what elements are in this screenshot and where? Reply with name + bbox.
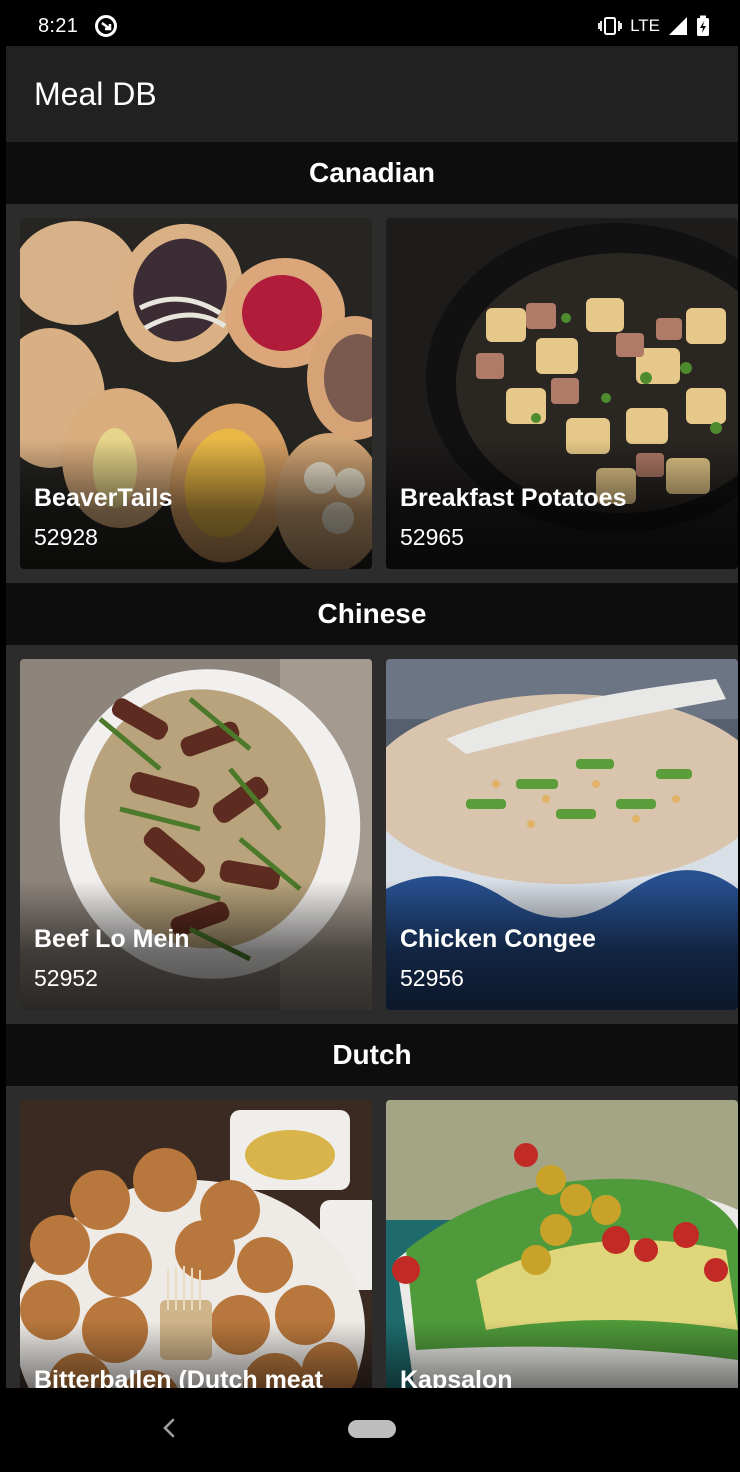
signal-icon — [668, 16, 688, 36]
back-icon[interactable] — [158, 1416, 180, 1440]
device-frame: 8:21 LTE Meal DB Canadian BeaverTails 52… — [0, 0, 740, 1472]
meal-card-chicken-congee[interactable]: Chicken Congee 52956 — [386, 659, 738, 1010]
meal-id: 52952 — [34, 965, 98, 991]
meal-name: Kapsalon — [400, 1366, 513, 1388]
section-title: Dutch — [332, 1039, 412, 1070]
navigation-bar — [6, 1388, 738, 1468]
battery-charging-icon — [696, 15, 710, 37]
meal-name: Beef Lo Mein — [34, 925, 190, 953]
app-bar: Meal DB — [6, 46, 738, 142]
meal-grid: Bitterballen (Dutch meat Kapsalon — [6, 1086, 738, 1388]
meal-card-kapsalon[interactable]: Kapsalon — [386, 1100, 738, 1388]
vibrate-icon — [598, 17, 622, 35]
meal-name: Chicken Congee — [400, 925, 596, 953]
meal-grid: Beef Lo Mein 52952 Chicken Congee 52956 — [6, 645, 738, 1024]
meal-id: 52956 — [400, 965, 464, 991]
section-header-chinese: Chinese — [6, 583, 738, 645]
meal-name: Bitterballen (Dutch meat — [34, 1366, 323, 1388]
meal-name: BeaverTails — [34, 484, 173, 512]
meal-id: 52965 — [400, 524, 464, 550]
meal-card-breakfast-potatoes[interactable]: Breakfast Potatoes 52965 — [386, 218, 738, 569]
section-header-dutch: Dutch — [6, 1024, 738, 1086]
meal-card-beef-lo-mein[interactable]: Beef Lo Mein 52952 — [20, 659, 372, 1010]
status-bar: 8:21 LTE — [6, 6, 738, 46]
app-title: Meal DB — [34, 75, 157, 112]
section-title: Canadian — [308, 157, 436, 188]
meal-list[interactable]: Canadian BeaverTails 52928 Breakfast Pot… — [6, 142, 738, 1388]
meal-card-bitterballen[interactable]: Bitterballen (Dutch meat — [20, 1100, 372, 1388]
meal-card-beavertails[interactable]: BeaverTails 52928 — [20, 218, 372, 569]
meal-name: Breakfast Potatoes — [400, 484, 627, 512]
status-time: 8:21 — [38, 14, 79, 37]
network-label: LTE — [630, 16, 660, 35]
home-pill[interactable] — [348, 1420, 396, 1438]
sync-icon — [94, 14, 118, 38]
section-title: Chinese — [317, 598, 427, 629]
screen: 8:21 LTE Meal DB Canadian BeaverTails 52… — [6, 6, 738, 1468]
meal-id: 52928 — [34, 524, 98, 550]
section-header-canadian: Canadian — [6, 142, 738, 204]
meal-grid: BeaverTails 52928 Breakfast Potatoes 529… — [6, 204, 738, 583]
